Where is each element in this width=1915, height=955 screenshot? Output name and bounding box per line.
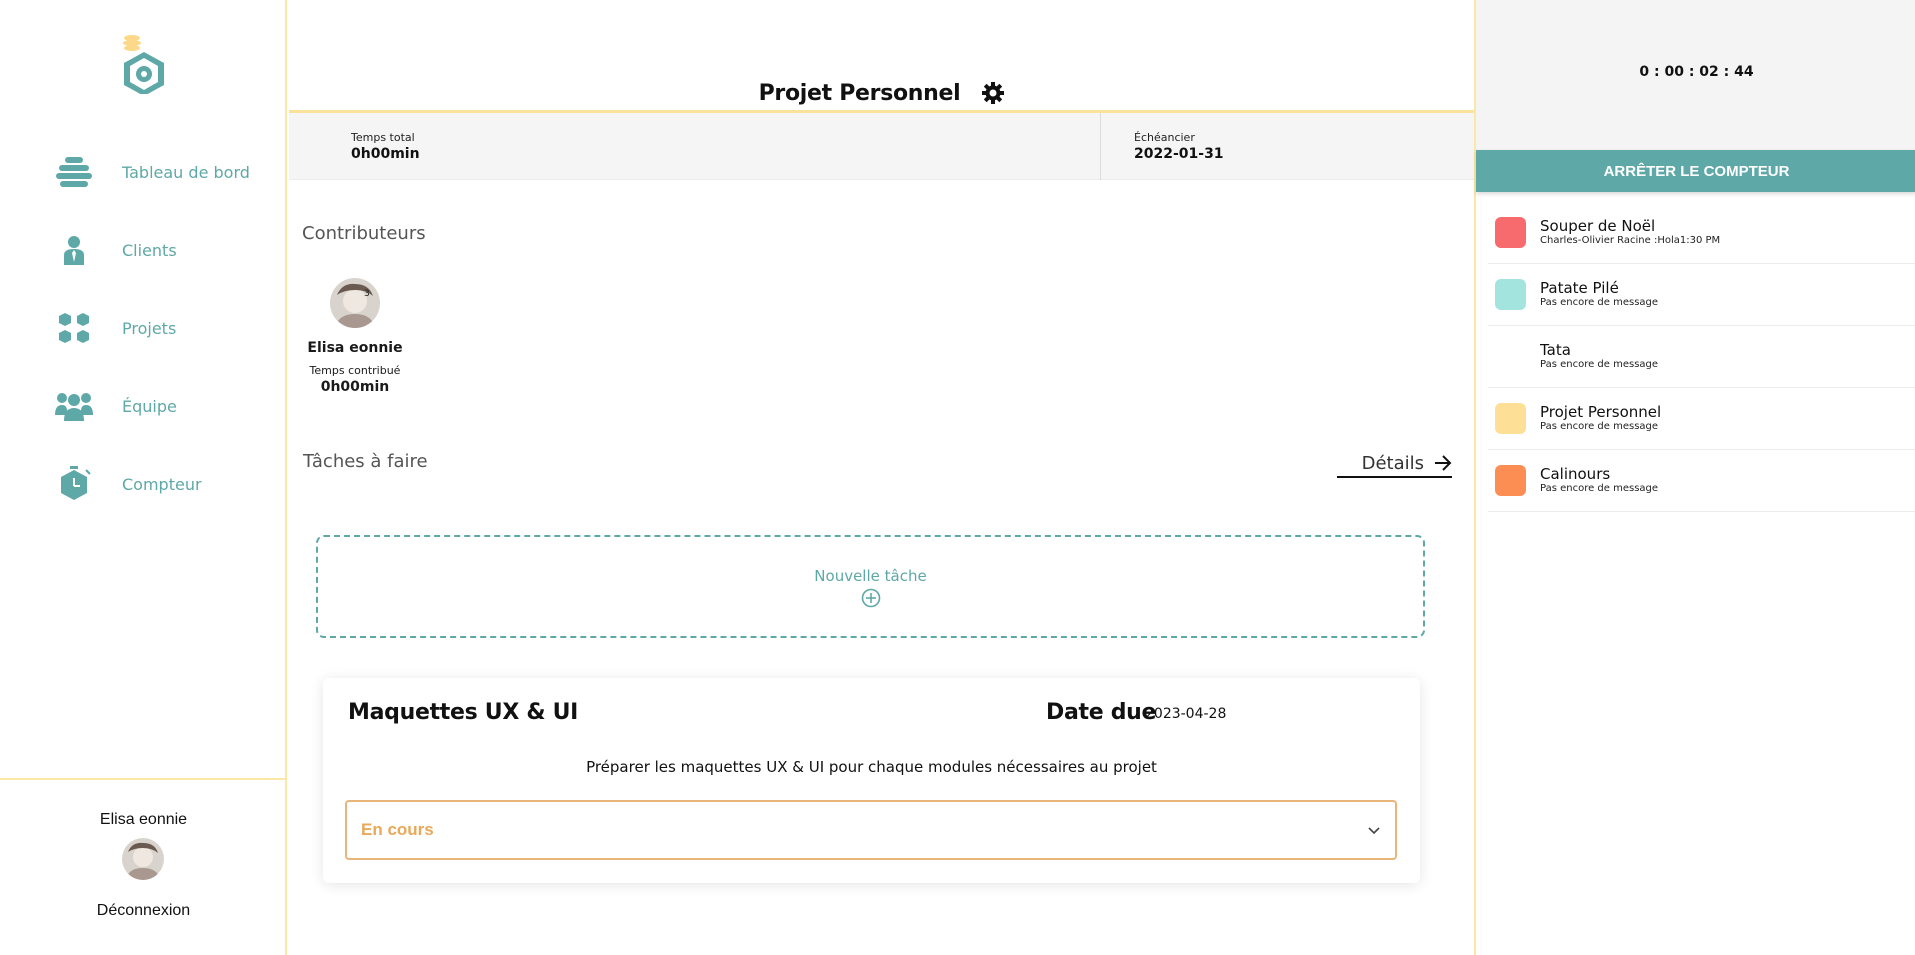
sidebar-item-label: Tableau de bord [122,162,250,182]
svg-text:3: 3 [364,289,370,299]
timer-icon [52,462,96,506]
project-color-swatch [1495,341,1526,372]
total-time-value: 0h00min [351,146,420,162]
details-label: Détails [1361,452,1424,474]
logout-button[interactable]: Déconnexion [0,902,287,920]
project-color-swatch [1495,465,1526,496]
timer-display: 0 : 00 : 02 : 44 [1639,64,1754,80]
project-color-swatch [1495,279,1526,310]
sidebar-item-projects[interactable]: Projets [52,306,282,350]
sidebar-item-clients[interactable]: Clients [52,228,282,272]
sidebar-divider [0,778,287,780]
project-last-message: Pas encore de message [1540,421,1659,432]
schedule-value: 2022-01-31 [1134,146,1224,162]
sidebar-item-label: Clients [122,240,177,260]
contributors-title: Contributeurs [302,223,426,244]
project-last-message: Pas encore de message [1540,483,1659,494]
project-list-item[interactable]: Projet Personnel Pas encore de message [1488,388,1915,450]
total-time-stat: Temps total 0h00min [351,131,420,162]
sidebar-item-label: Compteur [122,474,202,494]
project-color-swatch [1495,403,1526,434]
dashboard-icon [52,150,96,194]
new-task-button[interactable]: Nouvelle tâche [316,535,1425,638]
sidebar-item-timer[interactable]: Compteur [52,462,282,506]
project-name: Calinours [1540,465,1611,483]
current-user-name: Elisa eonnie [99,811,188,828]
task-description: Préparer les maquettes UX & UI pour chaq… [586,758,1157,776]
contributed-time-value: 0h00min [320,379,390,395]
schedule-label: Échéancier [1134,131,1195,144]
page-title: Projet Personnel [758,80,961,106]
project-name: Projet Personnel [1540,403,1662,421]
main-content: Projet Personnel Temps total 0h00min Éch… [289,0,1474,955]
timer-area: 0 : 00 : 02 : 44 [1476,0,1915,150]
project-list-item[interactable]: Calinours Pas encore de message [1488,450,1915,512]
gear-icon[interactable] [982,82,1005,104]
project-stats-bar: Temps total 0h00min Échéancier 2022-01-3… [289,113,1474,180]
sidebar-item-team[interactable]: Équipe [52,384,282,428]
arrow-right-icon [1435,455,1452,471]
schedule-stat: Échéancier 2022-01-31 [1134,131,1224,162]
project-last-message: Pas encore de message [1540,297,1659,308]
contributed-time-label: Temps contribué [309,364,401,377]
timer-panel: 0 : 00 : 02 : 44 ARRÊTER LE COMPTEUR Sou… [1474,0,1915,955]
contributor-card[interactable]: 3 Elisa eonnie Temps contribué 0h00min [301,278,409,395]
client-icon [52,228,96,272]
project-list-item[interactable]: Souper de Noël Charles-Olivier Racine :H… [1488,202,1915,264]
project-name: Patate Pilé [1540,279,1619,297]
task-card[interactable]: Maquettes UX & UI Date due 2023-04-28 Pr… [323,678,1420,883]
plus-circle-icon [861,588,880,608]
sidebar-item-label: Équipe [122,396,177,416]
stats-divider [1100,113,1101,180]
total-time-label: Temps total [351,131,415,144]
chevron-down-icon [1368,827,1380,835]
page-header: Projet Personnel [289,78,1474,108]
due-date-label: Date due [1046,700,1157,725]
sidebar-item-label: Projets [122,318,177,338]
status-select[interactable]: En cours [345,800,1397,860]
project-list-item[interactable]: Patate Pilé Pas encore de message [1488,264,1915,326]
projects-icon [52,306,96,350]
app-logo-icon[interactable] [116,30,172,96]
avatar[interactable] [122,838,164,880]
details-link[interactable]: Détails [1337,450,1452,478]
avatar: 3 [330,278,380,328]
due-date-value: 2023-04-28 [1145,706,1227,722]
new-task-label: Nouvelle tâche [814,567,927,585]
project-last-message: Charles-Olivier Racine :Hola1:30 PM [1540,235,1721,246]
project-color-swatch [1495,217,1526,248]
project-name: Souper de Noël [1540,217,1656,235]
sidebar-item-dashboard[interactable]: Tableau de bord [52,150,282,194]
sidebar: Tableau de bord Clients Projets Équipe C… [0,0,287,955]
project-list-item[interactable]: Tata Pas encore de message [1488,326,1915,388]
task-title: Maquettes UX & UI [348,700,579,725]
project-last-message: Pas encore de message [1540,359,1659,370]
stop-timer-button[interactable]: ARRÊTER LE COMPTEUR [1476,150,1915,192]
status-value: En cours [361,820,434,839]
team-icon [52,384,96,428]
project-name: Tata [1540,341,1571,359]
tasks-title: Tâches à faire [303,451,428,472]
contributor-name: Elisa eonnie [307,340,403,356]
